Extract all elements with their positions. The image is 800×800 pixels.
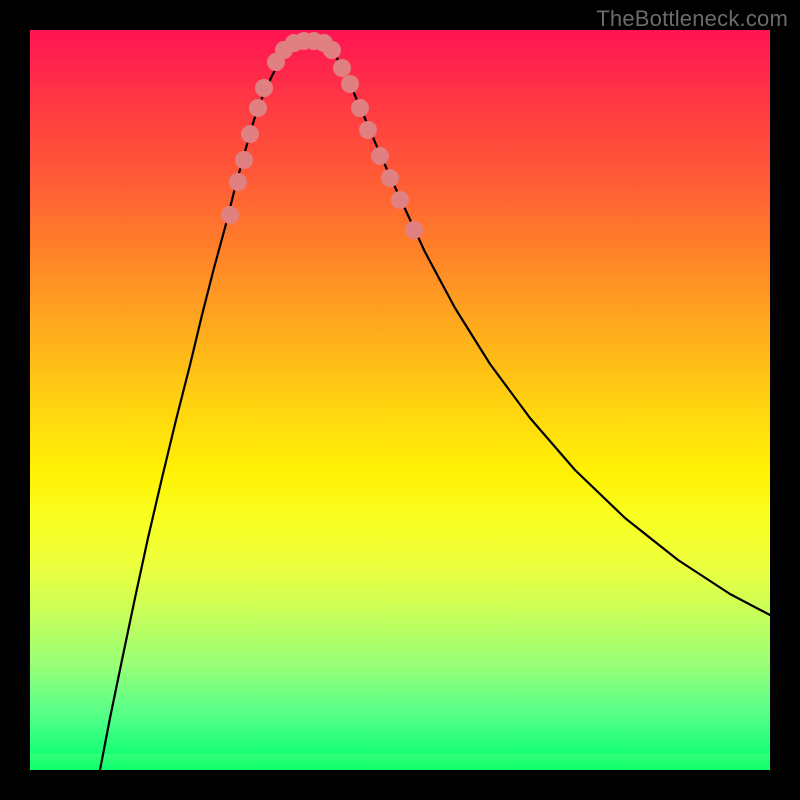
dot-group <box>221 32 423 239</box>
highlight-dot <box>391 191 409 209</box>
highlight-dot <box>359 121 377 139</box>
curve-group <box>100 41 770 770</box>
highlight-dot <box>249 99 267 117</box>
outer-frame: TheBottleneck.com <box>0 0 800 800</box>
highlight-dot <box>371 147 389 165</box>
watermark-text: TheBottleneck.com <box>596 6 788 32</box>
highlight-dot <box>241 125 259 143</box>
highlight-dot <box>221 206 239 224</box>
highlight-dot <box>341 75 359 93</box>
highlight-dot <box>381 169 399 187</box>
highlight-dot <box>323 41 341 59</box>
highlight-dot <box>255 79 273 97</box>
highlight-dot <box>351 99 369 117</box>
highlight-dot <box>229 173 247 191</box>
highlight-dot <box>405 221 423 239</box>
chart-svg <box>30 30 770 770</box>
bottleneck-curve <box>100 41 770 770</box>
highlight-dot <box>235 151 253 169</box>
highlight-dot <box>333 59 351 77</box>
